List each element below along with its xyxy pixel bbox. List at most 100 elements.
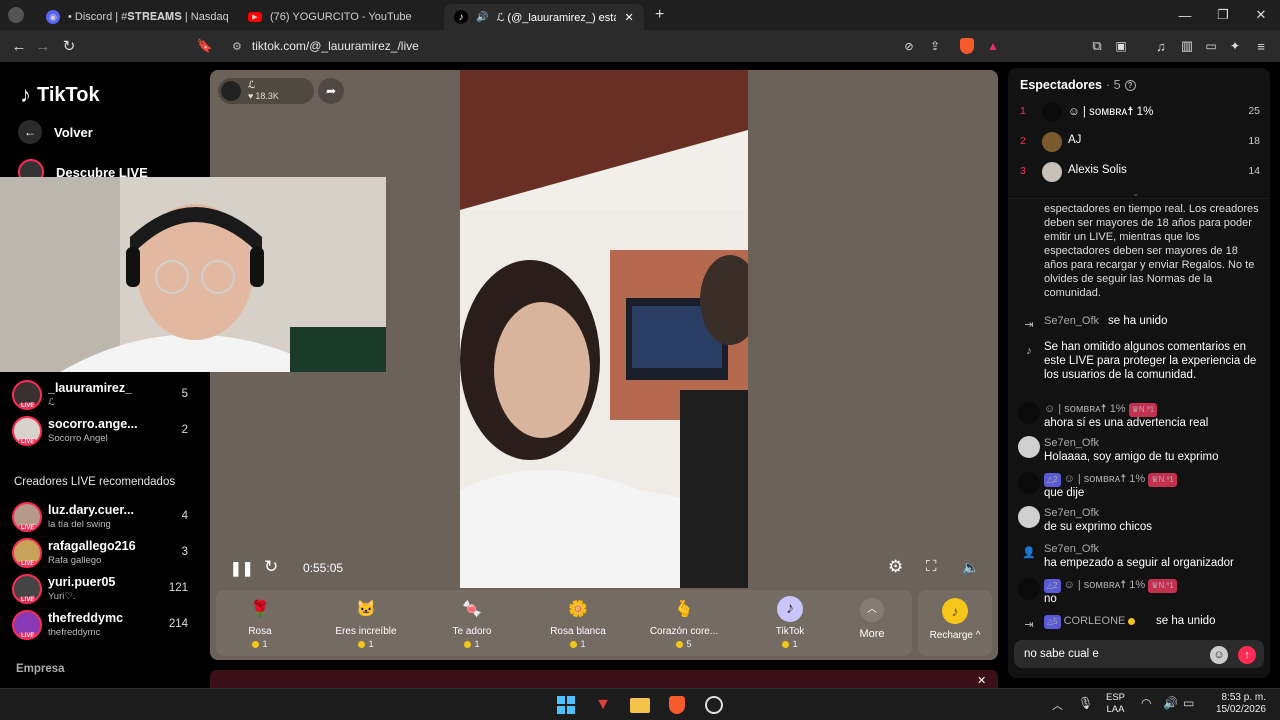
send-button[interactable]: ↑	[1238, 646, 1256, 664]
creator-name: thefreddymc	[48, 611, 124, 625]
audio-icon[interactable]: 🔊	[476, 12, 488, 23]
refresh-button[interactable]: ↻	[264, 557, 278, 577]
tab-youtube[interactable]: ▶ (76) YOGURCITO - YouTube	[238, 4, 436, 30]
company-link[interactable]: Empresa	[16, 663, 65, 675]
avatar: LIVE	[12, 502, 42, 532]
host-pill[interactable]: ℒ ♥ 18.3K	[218, 78, 314, 104]
viewer-rank: 1	[1020, 105, 1026, 117]
help-icon[interactable]: ?	[1124, 79, 1136, 91]
viewer-name: ☺ | sᴏᴍʙʀᴀ☨ 1%	[1068, 106, 1154, 118]
cat-icon: 🐱	[356, 601, 376, 618]
maximize-button[interactable]: ❐	[1204, 0, 1242, 30]
viewer-row[interactable]: 3 Alexis Solis 14	[1018, 160, 1260, 184]
tiktok-logo[interactable]: ♪ TikTok	[20, 82, 100, 108]
chat-user[interactable]: Se7en_Ofk	[1044, 506, 1099, 520]
gift-rose[interactable]: 🌹 Rosa 1	[210, 596, 310, 652]
banner-close-icon[interactable]: ✕	[977, 674, 986, 687]
viewer-rank: 3	[1020, 165, 1026, 177]
screenshot-icon[interactable]: ▣	[1110, 36, 1132, 56]
address-bar[interactable]: ⚙ tiktok.com/@_lauuramirez_/live	[222, 33, 1008, 59]
creator-item[interactable]: LIVE yuri.puer05 Yuri♡. 121	[12, 574, 200, 606]
recharge-label: Recharge ^	[929, 630, 981, 641]
battery-icon[interactable]: ▭	[1183, 696, 1194, 710]
creator-item[interactable]: LIVE _lauuramirez_ ℒ 5	[12, 380, 200, 412]
browser-menu-icon[interactable]	[8, 7, 24, 23]
minimize-button[interactable]: —	[1166, 0, 1204, 30]
share-icon[interactable]: ⇪	[924, 36, 946, 56]
tab-label: ℒ (@_lauuramirez_) está emiti	[496, 11, 617, 24]
rewards-icon[interactable]: ▲	[982, 36, 1004, 56]
site-info-icon[interactable]: ⚙	[232, 40, 242, 53]
creator-item[interactable]: LIVE luz.dary.cuer... la tía del swing 4	[12, 502, 200, 534]
viewers-count: · 5	[1105, 78, 1121, 92]
join-icon: ⇥	[1024, 319, 1034, 331]
settings-button[interactable]: ⚙	[888, 557, 903, 577]
windows-start-icon[interactable]	[554, 693, 578, 717]
gift-price: 5	[634, 639, 734, 649]
sidebar-icon[interactable]: ▥	[1176, 36, 1198, 56]
forward-arrow-icon[interactable]: →	[32, 36, 54, 56]
volume-button[interactable]: 🔈	[962, 559, 979, 576]
chat-user[interactable]: ☺ | sᴏᴍʙʀᴀ☨ 1% ♛N.º1	[1044, 402, 1160, 417]
chat-user[interactable]: Se7en_Ofk	[1044, 436, 1099, 450]
chat-user[interactable]: △5 CORLEONE	[1044, 614, 1138, 629]
wifi-icon[interactable]: ◠	[1141, 696, 1151, 710]
volume-tray-icon[interactable]: 🔊	[1163, 696, 1178, 710]
obs-icon[interactable]	[702, 693, 726, 717]
reload-icon[interactable]: ↻	[58, 36, 80, 56]
bookmark-icon[interactable]: 🔖	[194, 36, 216, 56]
viewer-row[interactable]: 2 AJ 18	[1018, 130, 1260, 154]
brave-shield-icon[interactable]	[956, 36, 978, 56]
back-arrow-icon[interactable]: ←	[8, 36, 30, 56]
live-badge: LIVE	[19, 403, 37, 409]
user-avatar	[1018, 402, 1040, 424]
extensions-icon[interactable]: ⧉	[1086, 36, 1108, 56]
viewer-row[interactable]: 1 ☺ | sᴏᴍʙʀᴀ☨ 1% 25	[1018, 100, 1260, 124]
chat-divider	[1008, 198, 1270, 199]
candy-icon: 🍬	[462, 601, 482, 618]
chat-text: ha empezado a seguir al organizador	[1044, 557, 1234, 569]
pause-button[interactable]: ❚❚	[230, 560, 253, 577]
tab-tiktok[interactable]: ♪ 🔊 ℒ (@_lauuramirez_) está emiti ✕	[444, 4, 644, 30]
close-window-button[interactable]: ✕	[1242, 0, 1280, 30]
creator-item[interactable]: LIVE socorro.ange... Socorro Angel 2	[12, 416, 200, 448]
reader-icon[interactable]: ⊘	[898, 36, 920, 56]
chat-user[interactable]: Se7en_Ofk	[1044, 542, 1099, 556]
chat-user-name: CORLEONE	[1063, 615, 1126, 627]
gift-te-adoro[interactable]: 🍬 Te adoro 1	[422, 596, 522, 652]
clock[interactable]: 8:53 p. m. 15/02/2026	[1206, 692, 1266, 716]
tab-close-icon[interactable]: ✕	[624, 11, 633, 24]
tab-discord[interactable]: ◉ • Discord | #𝐒𝐓𝐑𝐄𝐀𝐌𝐒 | Nasdaq	[36, 4, 234, 30]
gift-corazon[interactable]: 🫰 Corazón core... 5	[634, 596, 734, 652]
fullscreen-button[interactable]: ⛶	[926, 558, 937, 575]
gift-tiktok[interactable]: ♪ TikTok 1	[740, 596, 840, 652]
media-icon[interactable]: ♫	[1150, 36, 1172, 56]
gift-rosa-blanca[interactable]: 🌼 Rosa blanca 1	[528, 596, 628, 652]
chat-user[interactable]: △2 ☺ | sᴏᴍʙʀᴀ☨ 1% ♛N.º1	[1044, 578, 1180, 593]
wallet-icon[interactable]: ▭	[1200, 36, 1222, 56]
gift-eres-increible[interactable]: 🐱 Eres increíble 1	[316, 596, 416, 652]
viewer-count: 3	[181, 546, 188, 558]
gift-name: Eres increíble	[335, 626, 397, 637]
creator-item[interactable]: LIVE thefreddymc thefreddymc 214	[12, 610, 200, 642]
tray-chevron-icon[interactable]: ︿	[1052, 697, 1063, 713]
brave-browser-icon[interactable]	[665, 693, 689, 717]
back-button[interactable]: ← Volver	[18, 120, 93, 144]
creator-item[interactable]: LIVE rafagallego216 Rafa gallego 3	[12, 538, 200, 570]
share-button[interactable]: ➦	[318, 78, 344, 104]
chat-user[interactable]: Se7en_Ofk	[1044, 314, 1099, 328]
user-avatar	[1018, 472, 1040, 494]
mic-icon[interactable]: 🎙	[1078, 696, 1093, 710]
gift-price-value: 1	[262, 639, 268, 649]
more-gifts-button[interactable]: ︿ More	[850, 598, 894, 654]
emoji-button[interactable]: ☺	[1210, 646, 1228, 664]
file-explorer-icon[interactable]	[628, 693, 652, 717]
app-icon-red[interactable]: ▼	[591, 693, 615, 717]
coin-icon	[570, 641, 578, 649]
recharge-button[interactable]: ♪ Recharge ^	[918, 590, 992, 656]
leo-icon[interactable]: ✦	[1224, 36, 1246, 56]
language-indicator[interactable]: ESP LAA	[1106, 692, 1125, 716]
chat-user[interactable]: △2 ☺ | sᴏᴍʙʀᴀ☨ 1% ♛N.º1	[1044, 472, 1180, 487]
new-tab-button[interactable]: +	[655, 6, 664, 24]
menu-icon[interactable]: ≡	[1250, 36, 1272, 56]
